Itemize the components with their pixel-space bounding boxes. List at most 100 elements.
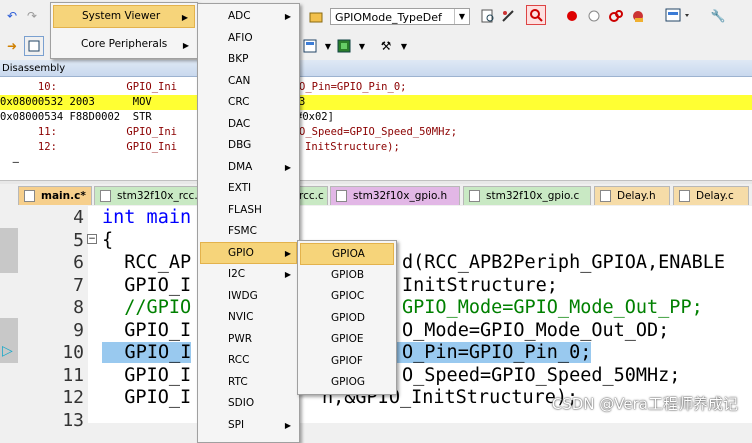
watermark: CSDN @Vera工程师养成记 (551, 395, 738, 413)
tab-stm32f10x-rcc-c[interactable]: stm32f10x_rcc.c (94, 186, 203, 205)
chevron-down-icon[interactable]: ▼ (352, 36, 372, 56)
code-line: GPIO_I (102, 387, 192, 408)
code-line-tail-selected: O_Pin=GPIO_Pin_0; (396, 342, 592, 365)
tab-stm32f10x-gpio-h[interactable]: stm32f10x_gpio.h (330, 186, 460, 205)
code-line-selected: GPIO_I (102, 342, 192, 363)
disassembly-line: — (0, 156, 19, 168)
menu-item-gpioa[interactable]: GPIOA (300, 243, 394, 265)
disassembly-line-tail: InitStructure); (305, 141, 400, 153)
menu-item-nvic[interactable]: NVIC (200, 307, 297, 329)
menu-item-afio[interactable]: AFIO (200, 28, 297, 50)
redo-icon[interactable]: ↷ (22, 6, 42, 26)
undo-icon[interactable]: ↶ (2, 6, 22, 26)
code-line-tail: O_Speed=GPIO_Speed_50MHz; (402, 364, 681, 386)
file-icon (24, 190, 35, 202)
disassembly-title: Disassembly (2, 63, 66, 74)
menu-item-rcc[interactable]: RCC (200, 350, 297, 372)
disassembly-line: 0x08000534 F88D0002 STR (0, 111, 152, 123)
breakpoint-icon[interactable] (562, 6, 582, 26)
code-line: GPIO_I (102, 319, 192, 341)
line-number: 4 (73, 207, 84, 228)
code-line-tail: d(RCC_APB2Periph_GPIOA,ENABLE (402, 252, 726, 273)
line-number: 12 (62, 387, 84, 408)
menu-item-gpioe[interactable]: GPIOE (300, 329, 394, 351)
window-layout-icon[interactable] (664, 5, 694, 25)
memory-window-icon[interactable] (334, 36, 354, 56)
file-icon (100, 190, 111, 202)
line-number: 7 (73, 274, 84, 296)
chevron-right-icon: ▶ (284, 249, 291, 258)
chevron-down-icon[interactable]: ▼ (394, 36, 414, 56)
tab-delay-h[interactable]: Delay.h (594, 186, 670, 205)
code-line-tail: GPIO_Mode=GPIO_Mode_Out_PP; (402, 297, 703, 318)
line-number: 13 (62, 409, 84, 431)
disassembly-line-tail: O_Pin=GPIO_Pin_0; (299, 81, 407, 93)
chevron-right-icon: ▶ (284, 12, 291, 21)
breakpoint-disabled-icon[interactable] (584, 6, 604, 26)
show-next-statement-icon[interactable]: ➜ (2, 36, 22, 56)
code-line: { (102, 229, 114, 251)
menu-item-core-peripherals[interactable]: Core Peripherals ▶ (53, 34, 195, 57)
chevron-right-icon: ▶ (182, 41, 189, 50)
file-icon (679, 190, 690, 202)
menu-item-dac[interactable]: DAC (200, 114, 297, 136)
menu-item-adc[interactable]: ADC ▶ (200, 6, 297, 28)
collapse-icon[interactable]: − (87, 234, 97, 244)
code-line: GPIO_I (102, 364, 192, 386)
file-icon (469, 190, 480, 202)
chevron-down-icon[interactable]: ▼ (454, 9, 469, 24)
find-icon[interactable] (478, 6, 498, 26)
code-line: GPIO_I (102, 274, 192, 296)
menu-item-crc[interactable]: CRC (200, 92, 297, 114)
line-number: 9 (73, 319, 84, 341)
menu-item-i2c[interactable]: I2C ▶ (200, 264, 297, 286)
disassembly-window[interactable]: 10: GPIO_Ini O_Pin=GPIO_Pin_0; 0x0800053… (0, 77, 752, 180)
view-submenu: System Viewer ▶ Core Peripherals ▶ (50, 2, 198, 59)
code-line-tail: O_Mode=GPIO_Mode_Out_OD; (402, 319, 670, 341)
line-number: 6 (73, 252, 84, 273)
class-icon (306, 7, 326, 27)
menu-item-gpioc[interactable]: GPIOC (300, 286, 394, 308)
menu-item-spi[interactable]: SPI ▶ (200, 415, 297, 437)
debug-session-icon[interactable] (526, 5, 546, 25)
menu-item-dma[interactable]: DMA ▶ (200, 157, 297, 179)
tab-delay-c[interactable]: Delay.c (673, 186, 749, 205)
file-icon (336, 190, 347, 202)
menu-item-bkp[interactable]: BKP (200, 49, 297, 71)
wrench-icon[interactable]: 🔧 (708, 6, 728, 26)
disassembly-current-line: 0x08000532 2003 MOV (0, 95, 752, 110)
menu-item-can[interactable]: CAN (200, 71, 297, 93)
tools-icon[interactable]: ⚒ (376, 36, 396, 56)
menu-item-gpiog[interactable]: GPIOG (300, 372, 394, 394)
disassembly-line-tail: #0x02] (296, 111, 334, 123)
kill-breakpoints-icon[interactable] (606, 6, 626, 26)
breakpoint-clear-icon[interactable] (628, 6, 648, 26)
menu-item-gpiob[interactable]: GPIOB (300, 265, 394, 287)
chevron-right-icon: ▶ (284, 420, 291, 430)
menu-item-fsmc[interactable]: FSMC (200, 221, 297, 243)
line-number: 5 (73, 229, 84, 251)
current-pc-arrow-icon: ▷ (2, 343, 13, 359)
watch-window-icon[interactable] (300, 36, 320, 56)
menu-item-exti[interactable]: EXTI (200, 178, 297, 200)
menu-item-gpiof[interactable]: GPIOF (300, 351, 394, 373)
menu-item-flash[interactable]: FLASH (200, 200, 297, 222)
symbol-combo[interactable]: GPIOMode_TypeDef ▼ (330, 8, 470, 25)
line-number: 11 (62, 364, 84, 386)
menu-item-pwr[interactable]: PWR (200, 329, 297, 351)
disassembly-line-tail: O_Speed=GPIO_Speed_50MHz; (299, 126, 458, 138)
disassembly-title-bar: Disassembly (0, 60, 752, 77)
command-window-icon[interactable] (24, 36, 44, 56)
menu-item-system-viewer[interactable]: System Viewer ▶ (53, 5, 195, 28)
menu-item-gpio[interactable]: GPIO ▶ (200, 242, 297, 264)
menu-item-dbg[interactable]: DBG (200, 135, 297, 157)
menu-item-sdio[interactable]: SDIO (200, 393, 297, 415)
symbol-combo-value: GPIOMode_TypeDef (335, 11, 442, 24)
tab-main-c[interactable]: main.c* (18, 186, 92, 205)
menu-item-rtc[interactable]: RTC (200, 372, 297, 394)
debug-settings-icon[interactable] (498, 6, 518, 26)
tab-stm32f10x-gpio-c[interactable]: stm32f10x_gpio.c (463, 186, 591, 205)
line-number: 10 (62, 342, 84, 363)
menu-item-iwdg[interactable]: IWDG (200, 286, 297, 308)
menu-item-gpiod[interactable]: GPIOD (300, 308, 394, 330)
